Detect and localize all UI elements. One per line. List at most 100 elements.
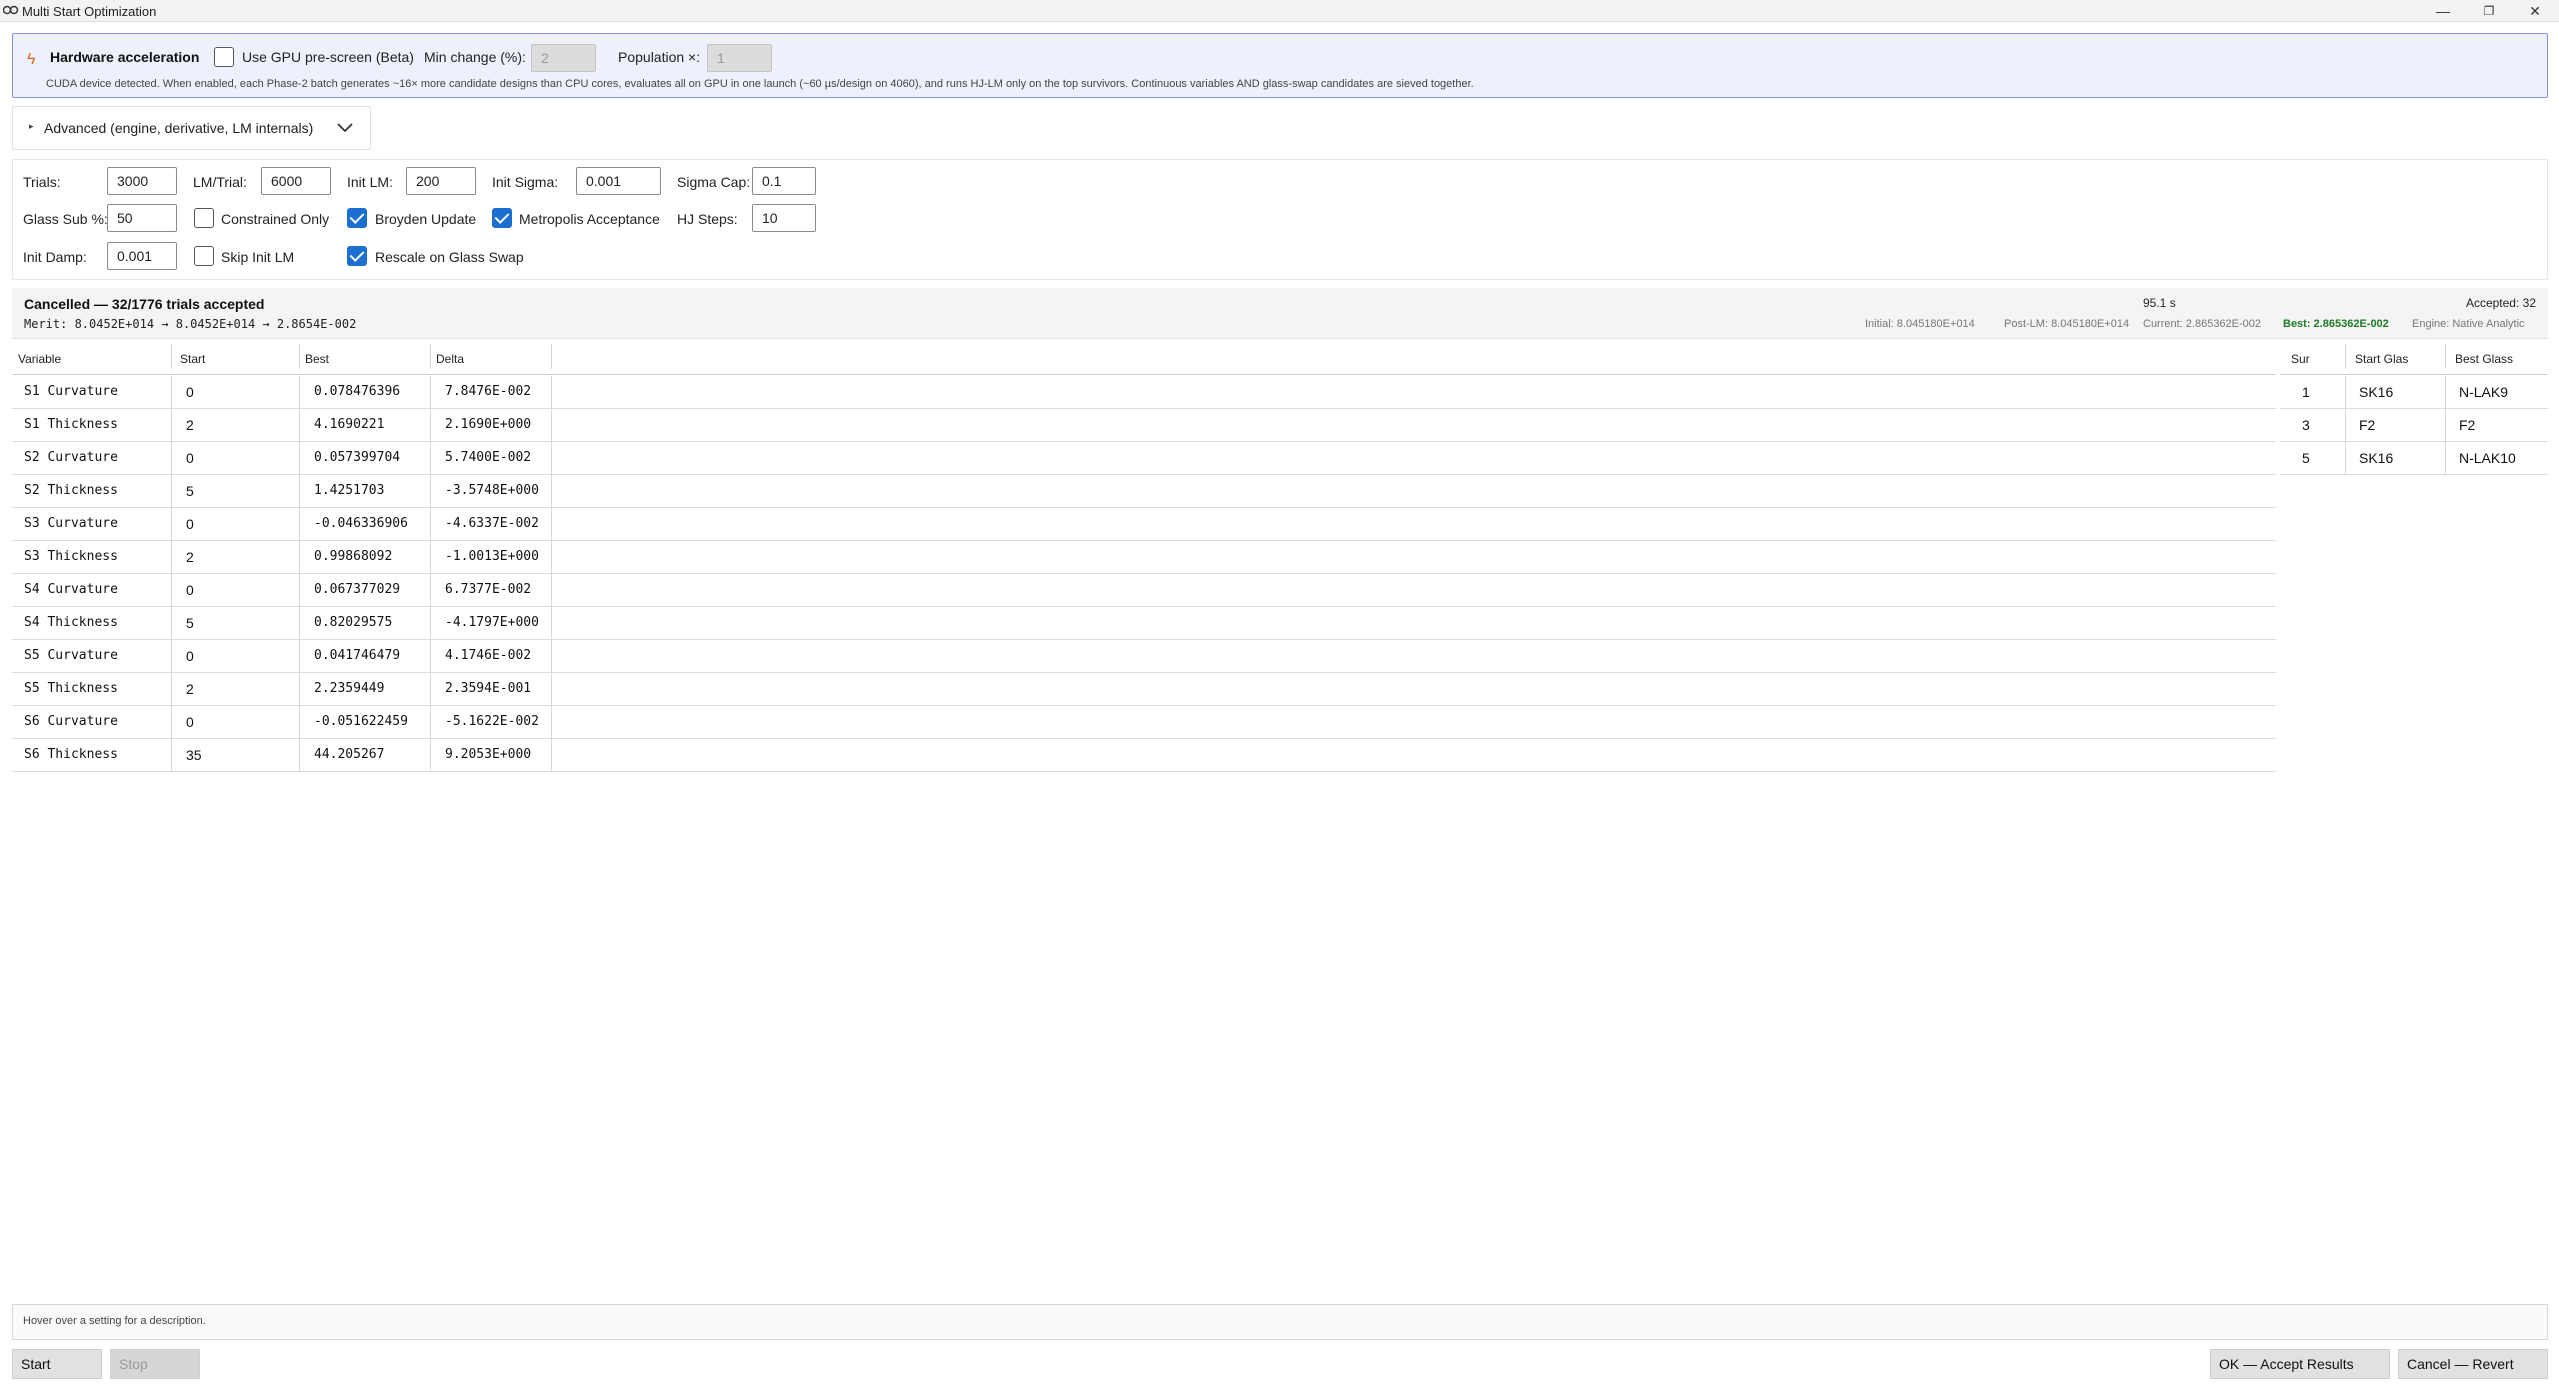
table-row[interactable]: S5 Curvature 0 0.041746479 4.1746E-002 (12, 640, 2276, 673)
cell-best: 0.041746479 (314, 648, 401, 663)
trials-field[interactable] (107, 167, 177, 195)
cell-delta: 6.7377E-002 (445, 582, 532, 597)
cell-divider (2345, 376, 2346, 409)
hj-steps-label: HJ Steps: (677, 211, 738, 227)
table-row[interactable]: S2 Thickness 5 1.4251703 -3.5748E+000 (12, 475, 2276, 508)
init-sigma-label: Init Sigma: (492, 174, 559, 190)
column-divider (2445, 344, 2446, 369)
glass-row[interactable]: 5 SK16 N-LAK10 (2280, 442, 2548, 475)
cell-start: 2 (186, 549, 194, 565)
cell-divider (171, 409, 172, 442)
close-button[interactable]: ✕ (2512, 0, 2558, 22)
header-divider (12, 374, 2276, 375)
cell-divider (171, 739, 172, 772)
cell-variable: S4 Curvature (24, 582, 118, 597)
glass-sub-label: Glass Sub %: (23, 211, 108, 227)
cell-divider (2445, 409, 2446, 442)
title-bar: Multi Start Optimization — ❐ ✕ (0, 0, 2559, 22)
cell-divider (430, 607, 431, 640)
advanced-expander[interactable]: ▸ Advanced (engine, derivative, LM inter… (12, 106, 371, 150)
broyden-update-checkbox[interactable] (347, 208, 367, 228)
broyden-update-label: Broyden Update (375, 211, 477, 227)
maximize-button[interactable]: ❐ (2466, 0, 2512, 22)
cell-variable: S1 Curvature (24, 384, 118, 399)
sigma-cap-field[interactable] (752, 167, 816, 195)
cell-best-glass: F2 (2459, 417, 2476, 433)
cell-divider (430, 442, 431, 475)
glass-row[interactable]: 3 F2 F2 (2280, 409, 2548, 442)
cell-divider (2345, 409, 2346, 442)
table-row[interactable]: S4 Thickness 5 0.82029575 -4.1797E+000 (12, 607, 2276, 640)
col-header-delta[interactable]: Delta (436, 352, 464, 366)
col-header-start-glass[interactable]: Start Glas (2355, 352, 2408, 366)
col-header-surface[interactable]: Sur (2291, 352, 2310, 366)
gpu-prescreen-label: Use GPU pre-screen (Beta) (242, 49, 414, 65)
start-button[interactable]: Start (12, 1349, 102, 1379)
cell-divider (299, 739, 300, 772)
minimize-button[interactable]: — (2420, 0, 2466, 22)
cell-variable: S4 Thickness (24, 615, 118, 630)
table-row[interactable]: S5 Thickness 2 2.2359449 2.3594E-001 (12, 673, 2276, 706)
column-divider (299, 344, 300, 369)
glass-row[interactable]: 1 SK16 N-LAK9 (2280, 376, 2548, 409)
cell-divider (171, 574, 172, 607)
accept-results-button[interactable]: OK — Accept Results (2210, 1349, 2390, 1379)
metropolis-acceptance-label: Metropolis Acceptance (519, 211, 660, 227)
rescale-glass-swap-checkbox[interactable] (347, 246, 367, 266)
min-change-field[interactable] (531, 44, 596, 72)
cell-divider (2445, 442, 2446, 475)
init-damp-field[interactable] (107, 242, 177, 270)
population-label: Population ×: (618, 49, 701, 65)
table-row[interactable]: S4 Curvature 0 0.067377029 6.7377E-002 (12, 574, 2276, 607)
column-divider (551, 344, 552, 369)
table-row[interactable]: S6 Thickness 35 44.205267 9.2053E+000 (12, 739, 2276, 772)
table-row[interactable]: S3 Thickness 2 0.99868092 -1.0013E+000 (12, 541, 2276, 574)
col-header-best[interactable]: Best (305, 352, 329, 366)
metropolis-acceptance-checkbox[interactable] (492, 208, 512, 228)
chevron-down-icon (337, 123, 353, 133)
stop-button[interactable]: Stop (110, 1349, 200, 1379)
init-sigma-field[interactable] (576, 167, 661, 195)
cell-variable: S6 Thickness (24, 747, 118, 762)
lm-trial-field[interactable] (261, 167, 331, 195)
constrained-only-label: Constrained Only (221, 211, 330, 227)
table-row[interactable]: S6 Curvature 0 -0.051622459 -5.1622E-002 (12, 706, 2276, 739)
trials-label: Trials: (23, 174, 61, 190)
cell-variable: S2 Curvature (24, 450, 118, 465)
cell-start-glass: SK16 (2359, 450, 2394, 466)
gpu-prescreen-checkbox[interactable] (214, 47, 234, 67)
hj-steps-field[interactable] (752, 204, 816, 232)
cancel-revert-button[interactable]: Cancel — Revert (2398, 1349, 2548, 1379)
table-row[interactable]: S1 Thickness 2 4.1690221 2.1690E+000 (12, 409, 2276, 442)
cell-divider (430, 376, 431, 409)
cell-divider (2345, 442, 2346, 475)
cell-divider (430, 508, 431, 541)
status-headline: Cancelled — 32/1776 trials accepted (24, 296, 265, 312)
table-row[interactable]: S2 Curvature 0 0.057399704 5.7400E-002 (12, 442, 2276, 475)
cell-surface: 5 (2302, 450, 2310, 466)
col-header-variable[interactable]: Variable (18, 352, 61, 366)
table-row[interactable]: S1 Curvature 0 0.078476396 7.8476E-002 (12, 376, 2276, 409)
cell-surface: 3 (2302, 417, 2310, 433)
init-lm-field[interactable] (406, 167, 476, 195)
cell-divider (299, 508, 300, 541)
col-header-start[interactable]: Start (180, 352, 205, 366)
advanced-label: Advanced (engine, derivative, LM interna… (44, 120, 314, 136)
settings-panel: Trials: LM/Trial: Init LM: Init Sigma: S… (12, 159, 2548, 280)
cell-start: 0 (186, 450, 194, 466)
cell-delta: -4.1797E+000 (445, 615, 539, 630)
cell-divider (171, 541, 172, 574)
col-header-best-glass[interactable]: Best Glass (2455, 352, 2513, 366)
constrained-only-checkbox[interactable] (194, 208, 214, 228)
cell-divider (299, 541, 300, 574)
skip-init-lm-checkbox[interactable] (194, 246, 214, 266)
cell-delta: 9.2053E+000 (445, 747, 532, 762)
glass-sub-field[interactable] (107, 204, 177, 232)
cell-variable: S1 Thickness (24, 417, 118, 432)
cell-start: 0 (186, 516, 194, 532)
cancel-button-label: Cancel — Revert (2407, 1356, 2514, 1372)
cell-divider (299, 409, 300, 442)
population-field[interactable] (707, 44, 772, 72)
table-row[interactable]: S3 Curvature 0 -0.046336906 -4.6337E-002 (12, 508, 2276, 541)
hint-text: Hover over a setting for a description. (23, 1315, 206, 1327)
